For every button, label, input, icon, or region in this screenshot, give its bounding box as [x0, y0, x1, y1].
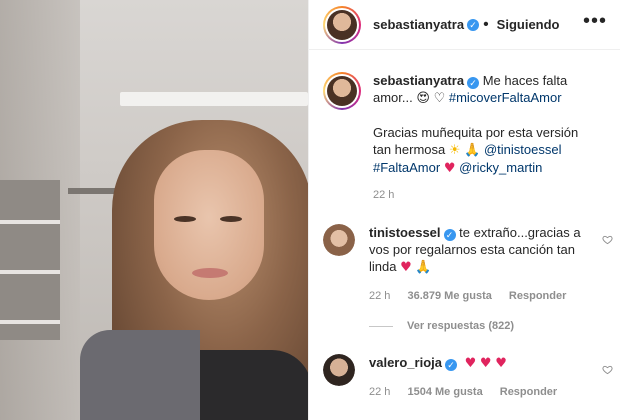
like-heart-icon[interactable] [602, 364, 613, 375]
mention-link[interactable]: @tinistoessel [484, 142, 562, 157]
comment-body: valero_rioja ✓ ♥ ♥ ♥ 22 h 1504 Me gusta R… [369, 354, 587, 401]
comment-username[interactable]: tinistoessel [369, 225, 441, 240]
post-sidebar: sebastianyatra ✓ • Siguiendo ••• sebasti… [308, 0, 620, 420]
comment-likes[interactable]: 36.879 Me gusta [407, 290, 491, 302]
reply-button[interactable]: Responder [500, 386, 557, 398]
caption-text: sebastianyatra ✓ Me haces falta amor... 😍… [373, 72, 595, 204]
red-heart-icon: ♥ [400, 260, 412, 275]
sun-icon: ☀ [448, 143, 461, 158]
hashtag-link[interactable]: #FaltaAmor [373, 160, 440, 175]
list-item: valero_rioja ✓ ♥ ♥ ♥ 22 h 1504 Me gusta R… [323, 354, 613, 401]
hashtag-link[interactable]: #micoverFaltaAmor [449, 90, 562, 105]
white-heart-icon: ♡ [433, 91, 446, 106]
caption-time[interactable]: 22 h [373, 189, 394, 201]
comment-time[interactable]: 22 h [369, 290, 390, 302]
avatar[interactable] [323, 354, 355, 386]
view-replies-button[interactable]: Ver respuestas (822) [369, 320, 514, 332]
separator: • [483, 15, 489, 33]
verified-icon: ✓ [467, 18, 480, 31]
comment-username[interactable]: valero_rioja [369, 355, 442, 370]
caption: sebastianyatra ✓ Me haces falta amor... 😍… [323, 72, 613, 204]
post-media[interactable] [0, 0, 308, 420]
shelf [0, 180, 60, 340]
verified-icon: ✓ [467, 77, 480, 89]
jacket [80, 330, 200, 420]
post-header: sebastianyatra ✓ • Siguiendo ••• [309, 0, 620, 50]
ceiling-light [120, 92, 308, 106]
following-button[interactable]: Siguiendo [497, 17, 560, 32]
red-heart-icon: ♥ [443, 161, 456, 176]
replies-divider [369, 325, 393, 327]
red-heart-icon: ♥ [464, 356, 477, 371]
red-heart-icon: ♥ [479, 356, 492, 371]
heart-eyes-icon: 😍 [416, 91, 430, 106]
mention-link[interactable]: @ricky_martin [459, 160, 542, 175]
verified-icon: ✓ [443, 229, 456, 241]
like-heart-icon[interactable] [602, 234, 613, 245]
list-item: tinistoessel ✓ te extraño...gracias a vos… [323, 224, 613, 305]
praying-hands-icon: 🙏 [415, 260, 432, 275]
red-heart-icon: ♥ [495, 356, 507, 371]
caption-username[interactable]: sebastianyatra [373, 73, 464, 88]
reply-button[interactable]: Responder [509, 290, 566, 302]
verified-icon: ✓ [445, 359, 457, 371]
more-horizontal-icon[interactable]: ••• [583, 11, 607, 31]
praying-hands-icon: 🙏 [464, 143, 481, 158]
comment-body: tinistoessel ✓ te extraño...gracias a vos… [369, 224, 587, 305]
avatar[interactable] [323, 224, 355, 256]
view-replies-label[interactable]: Ver respuestas (822) [407, 320, 514, 332]
header-username[interactable]: sebastianyatra [373, 17, 464, 32]
avatar[interactable] [323, 5, 361, 44]
comment-likes[interactable]: 1504 Me gusta [407, 386, 482, 398]
avatar[interactable] [323, 72, 361, 110]
comment-time[interactable]: 22 h [369, 386, 390, 398]
